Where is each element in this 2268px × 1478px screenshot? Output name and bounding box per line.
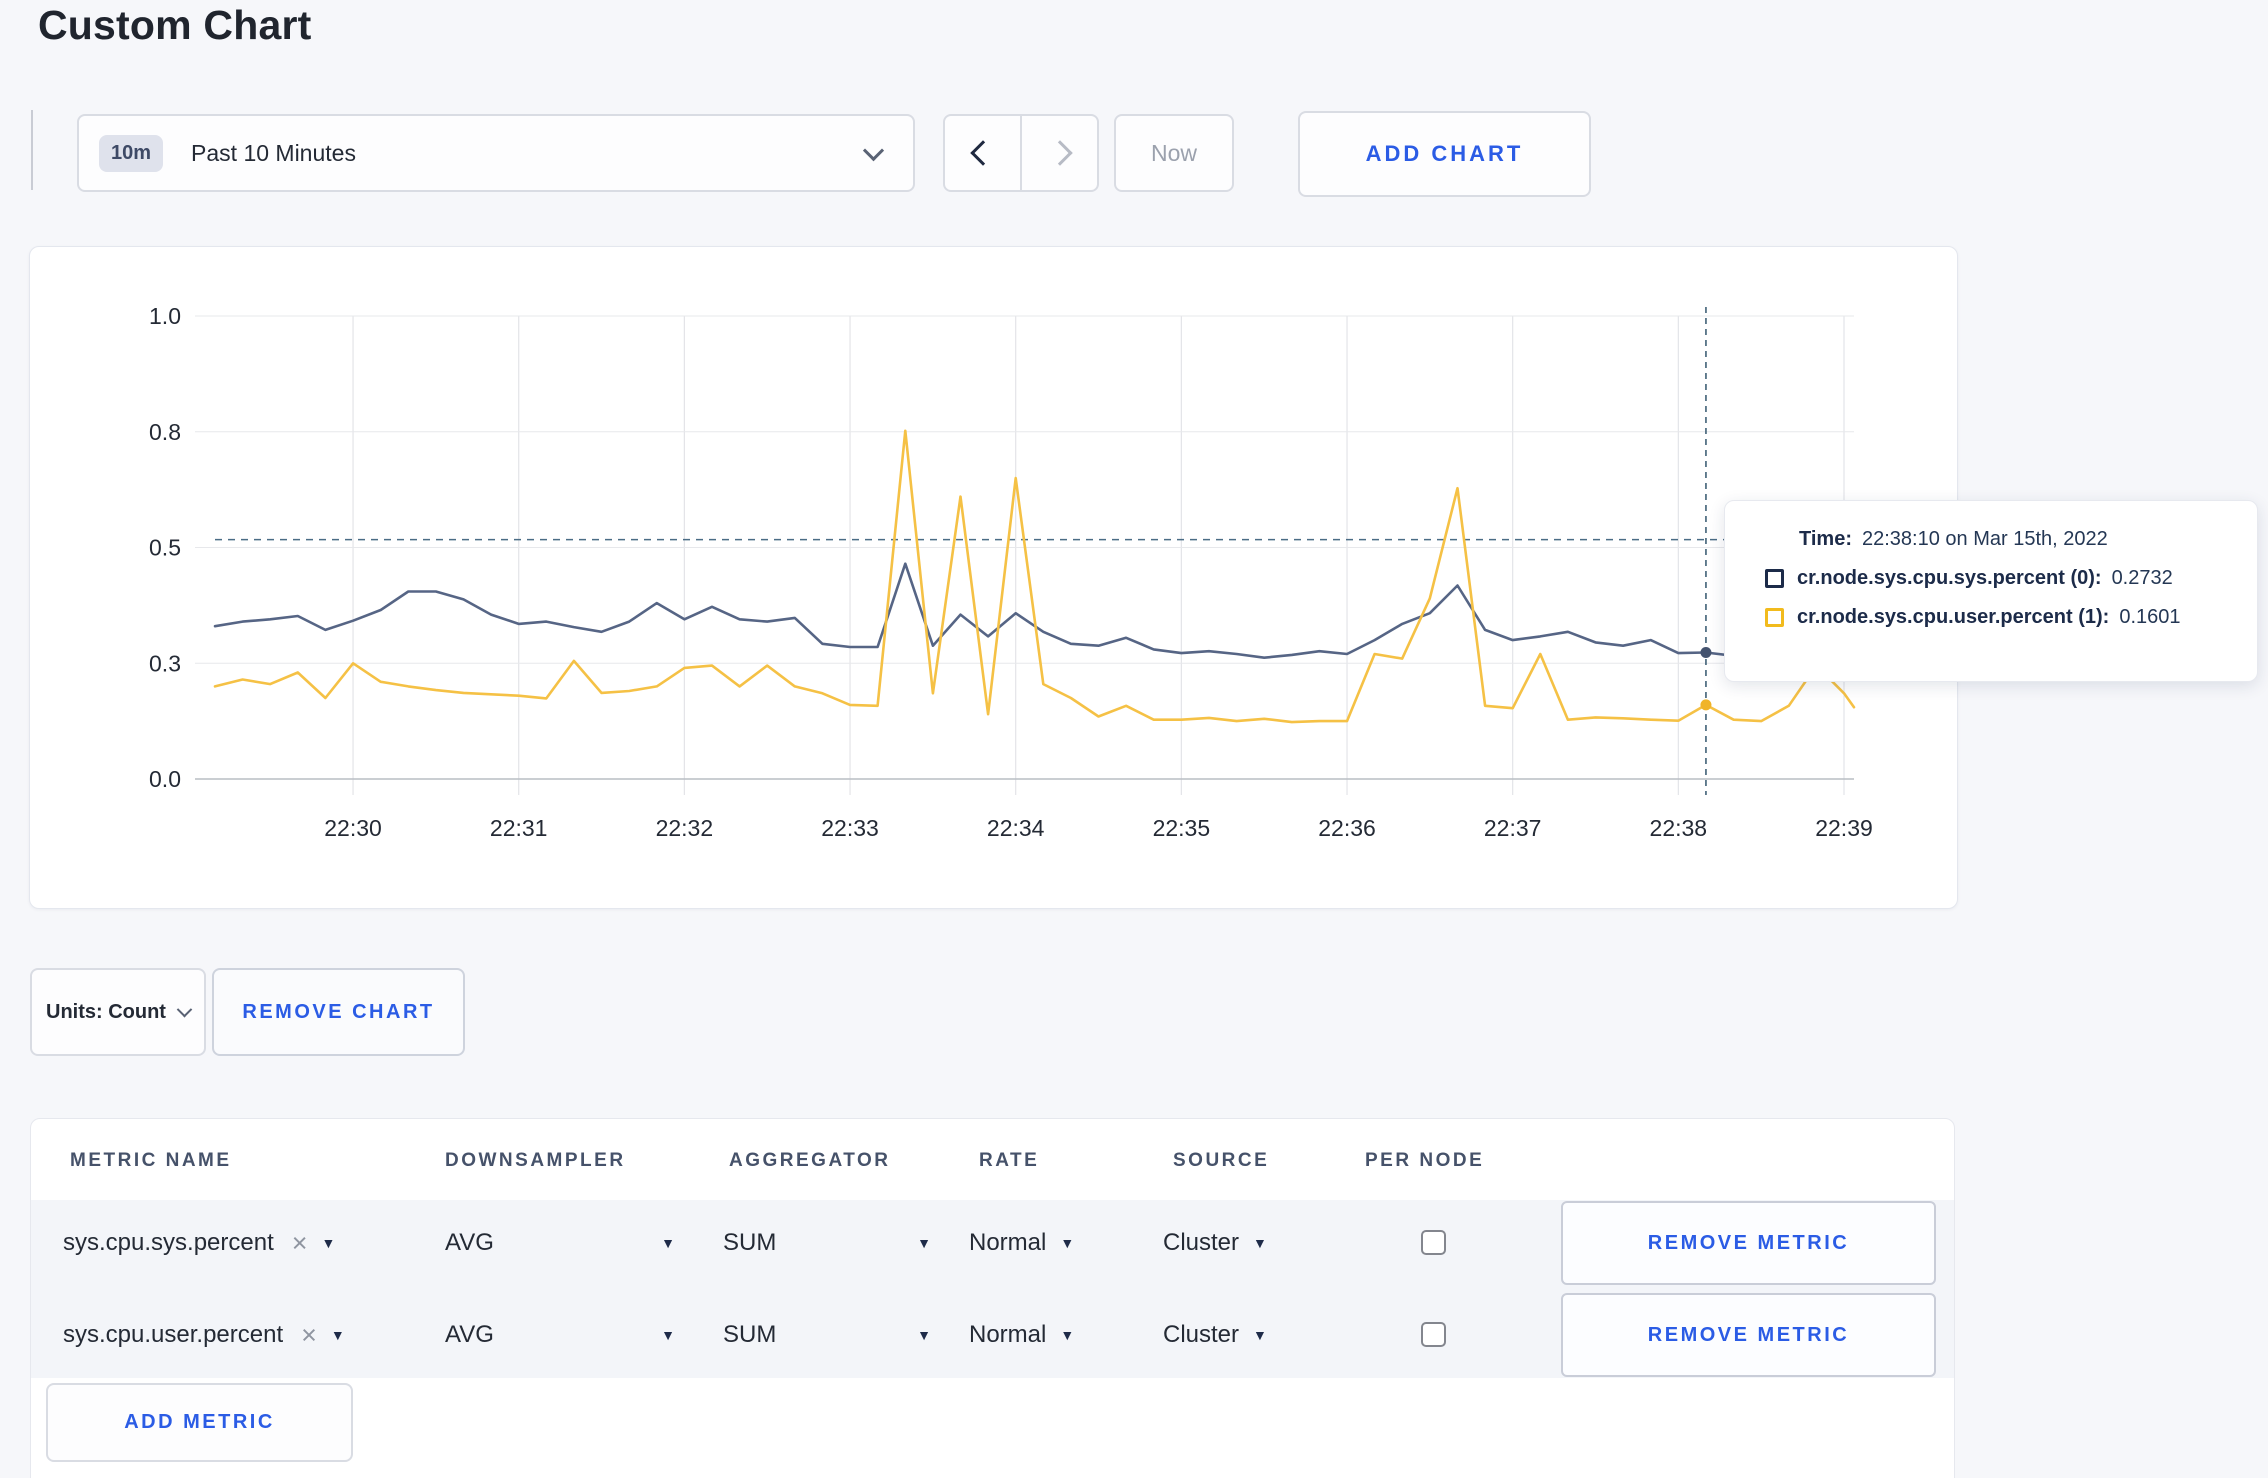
time-range-badge: 10m bbox=[99, 134, 164, 172]
source-select[interactable]: Cluster ▼ bbox=[1163, 1292, 1267, 1378]
caret-down-icon: ▼ bbox=[917, 1235, 931, 1251]
svg-text:22:32: 22:32 bbox=[656, 815, 714, 841]
svg-text:1.0: 1.0 bbox=[149, 303, 181, 329]
time-back-button[interactable] bbox=[945, 116, 1022, 190]
aggregator-value: SUM bbox=[723, 1229, 777, 1256]
series-sys-swatch-icon bbox=[1765, 569, 1784, 588]
series-user-swatch-icon bbox=[1765, 608, 1784, 627]
col-metric-name: METRIC NAME bbox=[70, 1150, 232, 1171]
metric-name-select[interactable]: sys.cpu.user.percent × ▼ bbox=[63, 1292, 345, 1378]
col-per-node: PER NODE bbox=[1365, 1150, 1485, 1171]
col-rate: RATE bbox=[979, 1150, 1040, 1171]
chevron-down-icon bbox=[176, 1001, 193, 1017]
caret-down-icon: ▼ bbox=[321, 1235, 336, 1251]
metric-name-value: sys.cpu.sys.percent bbox=[63, 1229, 274, 1256]
tooltip-series-label: cr.node.sys.cpu.user.percent (1): bbox=[1797, 606, 2110, 628]
page-title: Custom Chart bbox=[38, 2, 312, 48]
metrics-line-chart[interactable]: 22:30 22:31 22:32 22:33 22:34 22:35 22:36 22:37… bbox=[30, 247, 1957, 908]
rate-select[interactable]: Normal ▼ bbox=[969, 1292, 1074, 1378]
svg-text:22:37: 22:37 bbox=[1484, 815, 1542, 841]
time-forward-button[interactable] bbox=[1022, 116, 1097, 190]
caret-down-icon: ▼ bbox=[661, 1327, 675, 1343]
chevron-left-icon bbox=[969, 140, 996, 166]
downsampler-select[interactable]: AVG ▼ bbox=[445, 1292, 675, 1378]
svg-text:0.3: 0.3 bbox=[149, 650, 181, 676]
clear-metric-icon[interactable]: × bbox=[292, 1229, 308, 1257]
now-button[interactable]: Now bbox=[1114, 114, 1234, 192]
time-range-label: Past 10 Minutes bbox=[191, 139, 356, 166]
svg-text:22:31: 22:31 bbox=[490, 815, 548, 841]
caret-down-icon: ▼ bbox=[1253, 1327, 1267, 1343]
tooltip-series-row: cr.node.sys.cpu.sys.percent (0): 0.2732 bbox=[1765, 567, 2257, 590]
caret-down-icon: ▼ bbox=[661, 1235, 675, 1251]
rate-value: Normal bbox=[969, 1229, 1047, 1256]
svg-text:22:38: 22:38 bbox=[1650, 815, 1708, 841]
svg-text:22:35: 22:35 bbox=[1153, 815, 1211, 841]
svg-text:22:34: 22:34 bbox=[987, 815, 1045, 841]
metrics-table: METRIC NAME DOWNSAMPLER AGGREGATOR RATE … bbox=[30, 1118, 1955, 1478]
per-node-checkbox[interactable] bbox=[1421, 1322, 1446, 1347]
tooltip-time-label: Time: bbox=[1799, 528, 1852, 550]
tooltip-series-label: cr.node.sys.cpu.sys.percent (0): bbox=[1797, 567, 2102, 589]
rate-value: Normal bbox=[969, 1321, 1047, 1348]
caret-down-icon: ▼ bbox=[1253, 1235, 1267, 1251]
table-row: sys.cpu.sys.percent × ▼ AVG ▼ SUM ▼ Norm… bbox=[31, 1200, 1954, 1286]
remove-metric-button[interactable]: REMOVE METRIC bbox=[1561, 1201, 1936, 1285]
add-metric-button[interactable]: ADD METRIC bbox=[46, 1383, 353, 1462]
units-dropdown[interactable]: Units: Count bbox=[30, 968, 206, 1056]
downsampler-select[interactable]: AVG ▼ bbox=[445, 1200, 675, 1286]
downsampler-value: AVG bbox=[445, 1321, 494, 1348]
metric-name-select[interactable]: sys.cpu.sys.percent × ▼ bbox=[63, 1200, 335, 1286]
svg-text:0.8: 0.8 bbox=[149, 419, 181, 445]
clear-metric-icon[interactable]: × bbox=[301, 1321, 317, 1349]
tooltip-series-value: 0.2732 bbox=[2111, 567, 2173, 589]
aggregator-select[interactable]: SUM ▼ bbox=[723, 1200, 931, 1286]
tooltip-time-row: Time: 22:38:10 on Mar 15th, 2022 bbox=[1799, 528, 2257, 551]
units-label: Units: Count bbox=[46, 1000, 166, 1023]
time-range-dropdown[interactable]: 10m Past 10 Minutes bbox=[77, 114, 915, 192]
chevron-down-icon bbox=[862, 139, 885, 161]
source-value: Cluster bbox=[1163, 1321, 1240, 1348]
col-source: SOURCE bbox=[1173, 1150, 1270, 1171]
chart-tooltip: Time: 22:38:10 on Mar 15th, 2022 cr.node.… bbox=[1724, 500, 2258, 682]
svg-text:22:33: 22:33 bbox=[821, 815, 879, 841]
source-value: Cluster bbox=[1163, 1229, 1240, 1256]
svg-text:22:30: 22:30 bbox=[324, 815, 382, 841]
tooltip-series-value: 0.1601 bbox=[2119, 606, 2181, 628]
col-aggregator: AGGREGATOR bbox=[729, 1150, 891, 1171]
caret-down-icon: ▼ bbox=[1060, 1327, 1075, 1343]
tooltip-series-row: cr.node.sys.cpu.user.percent (1): 0.1601 bbox=[1765, 606, 2257, 629]
remove-chart-button[interactable]: REMOVE CHART bbox=[212, 968, 465, 1056]
toolbar-divider bbox=[31, 110, 33, 190]
table-row: sys.cpu.user.percent × ▼ AVG ▼ SUM ▼ Nor… bbox=[31, 1292, 1954, 1378]
time-nav-group bbox=[943, 114, 1099, 192]
add-chart-button[interactable]: ADD CHART bbox=[1298, 111, 1591, 197]
per-node-checkbox[interactable] bbox=[1421, 1230, 1446, 1255]
remove-metric-button[interactable]: REMOVE METRIC bbox=[1561, 1293, 1936, 1377]
rate-select[interactable]: Normal ▼ bbox=[969, 1200, 1074, 1286]
svg-text:22:39: 22:39 bbox=[1815, 815, 1873, 841]
svg-text:22:36: 22:36 bbox=[1318, 815, 1376, 841]
col-downsampler: DOWNSAMPLER bbox=[445, 1150, 626, 1171]
svg-text:0.5: 0.5 bbox=[149, 535, 181, 561]
chevron-right-icon bbox=[1046, 140, 1073, 166]
aggregator-select[interactable]: SUM ▼ bbox=[723, 1292, 931, 1378]
svg-text:0.0: 0.0 bbox=[149, 766, 181, 792]
tooltip-time-value: 22:38:10 on Mar 15th, 2022 bbox=[1861, 528, 2108, 550]
metric-name-value: sys.cpu.user.percent bbox=[63, 1321, 284, 1348]
source-select[interactable]: Cluster ▼ bbox=[1163, 1200, 1267, 1286]
custom-chart-page: Custom Chart 10m Past 10 Minutes Now ADD… bbox=[0, 0, 2268, 1478]
chart-card: 22:30 22:31 22:32 22:33 22:34 22:35 22:36 22:37… bbox=[29, 246, 1958, 909]
caret-down-icon: ▼ bbox=[1060, 1235, 1075, 1251]
aggregator-value: SUM bbox=[723, 1321, 777, 1348]
downsampler-value: AVG bbox=[445, 1229, 494, 1256]
caret-down-icon: ▼ bbox=[330, 1327, 345, 1343]
caret-down-icon: ▼ bbox=[917, 1327, 931, 1343]
